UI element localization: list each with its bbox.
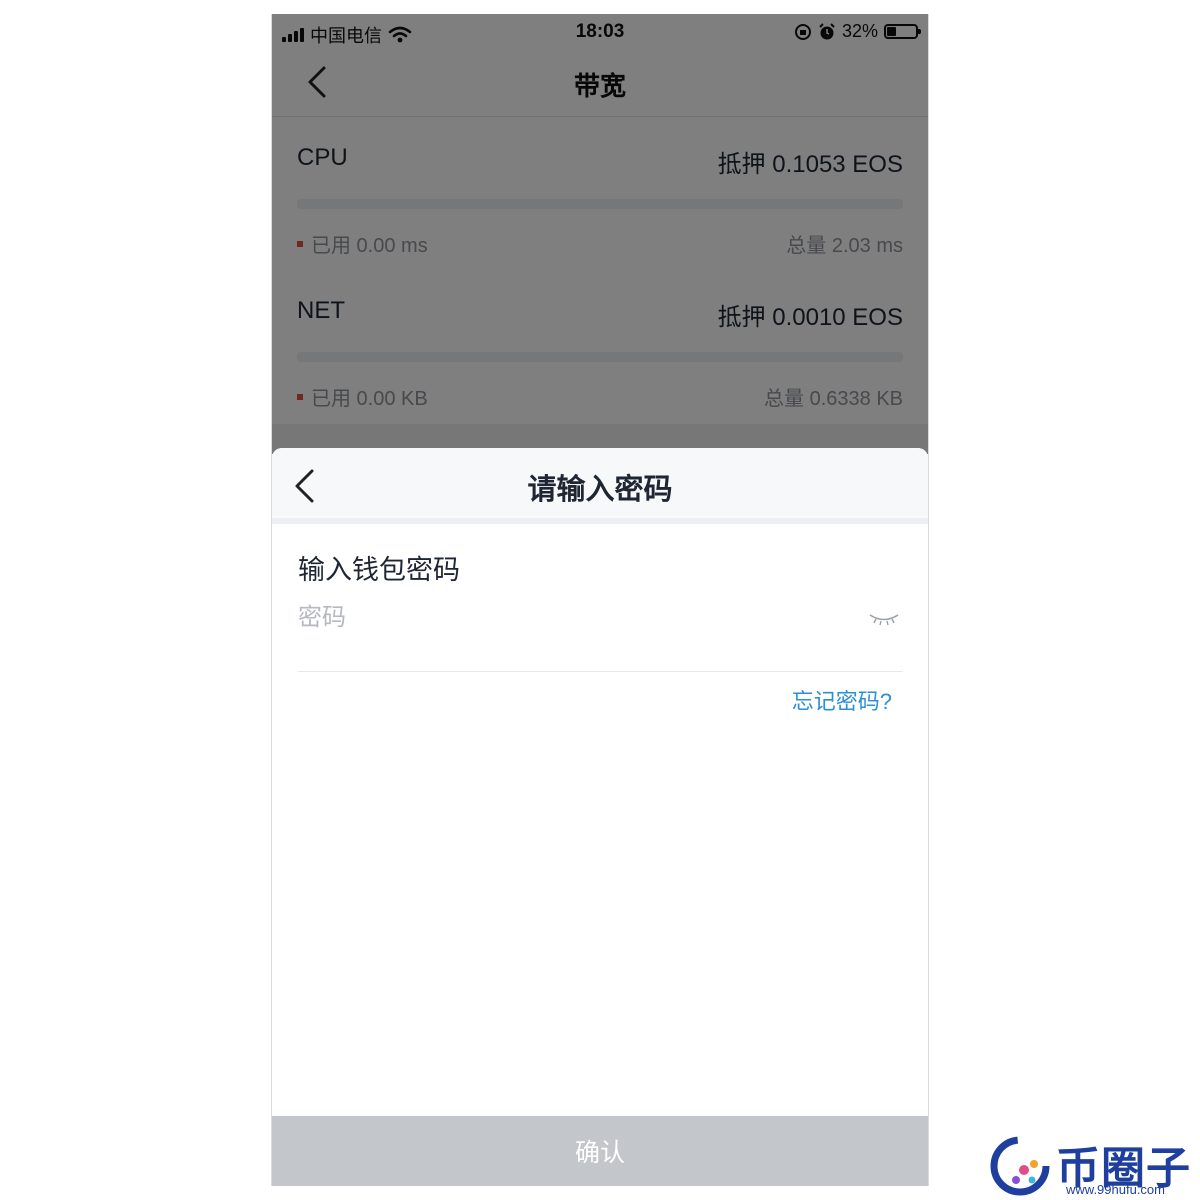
- forgot-password-link[interactable]: 忘记密码?: [792, 684, 892, 716]
- sheet-divider: [272, 518, 928, 524]
- sheet-title: 请输入密码: [527, 474, 673, 506]
- eye-closed-icon[interactable]: [868, 612, 900, 626]
- watermark-url: www.99hufu.com: [1066, 1182, 1165, 1197]
- phone-screen: 中国电信 18:03 32%: [271, 14, 929, 1186]
- confirm-button[interactable]: 确认: [272, 1116, 928, 1186]
- watermark-logo: 币圈子 www.99hufu.com: [990, 1132, 1200, 1200]
- password-label: 输入钱包密码: [298, 555, 460, 585]
- sheet-header: 请输入密码: [272, 448, 928, 518]
- password-input[interactable]: [298, 598, 838, 638]
- modal-overlay[interactable]: [272, 14, 928, 454]
- input-underline: [298, 671, 903, 672]
- password-sheet: 请输入密码 输入钱包密码 忘记密码? 确认: [272, 448, 928, 1186]
- watermark-emblem-icon: [990, 1136, 1050, 1196]
